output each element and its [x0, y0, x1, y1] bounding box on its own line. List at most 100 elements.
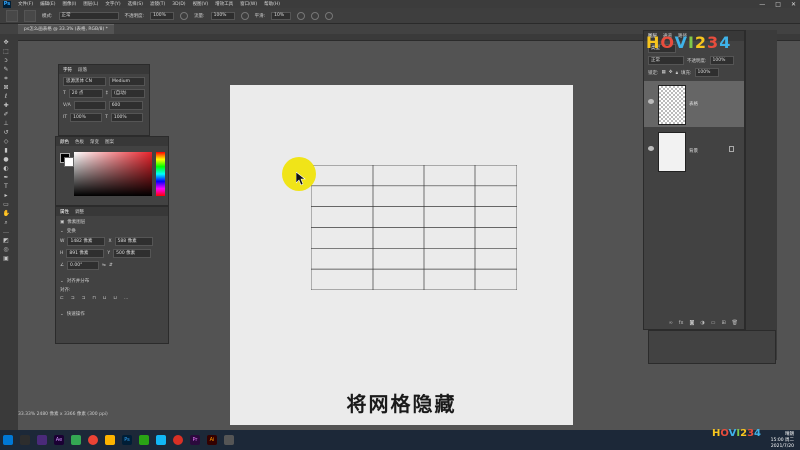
wechat-icon[interactable] [139, 435, 149, 445]
leading-field[interactable]: (自动) [111, 89, 145, 98]
quick-select-icon[interactable]: ✎ [3, 67, 10, 73]
eyedropper-icon[interactable]: ℓ [3, 94, 10, 100]
ps-logo-icon[interactable]: Ps [3, 0, 11, 8]
adjustment-layer-icon[interactable]: ◑ [700, 320, 704, 326]
brush-preset-icon[interactable] [24, 9, 36, 22]
tab-character[interactable]: 字符 [63, 67, 72, 73]
qq-icon[interactable] [156, 435, 166, 445]
fill-field[interactable]: 100% [694, 68, 719, 77]
height-field[interactable]: 891 像素 [66, 249, 105, 258]
y-field[interactable]: 500 像素 [113, 249, 152, 258]
taskview-icon[interactable] [20, 435, 30, 445]
smooth-field[interactable]: 10% [271, 11, 292, 20]
browser-icon[interactable] [71, 435, 81, 445]
app-icon[interactable] [37, 435, 47, 445]
hue-slider[interactable] [156, 152, 165, 196]
flip-horizontal-icon[interactable]: ⇋ [102, 263, 106, 268]
eraser-tool-icon[interactable]: ◇ [3, 139, 10, 145]
tab-gradients[interactable]: 渐变 [90, 139, 99, 145]
menu-filter[interactable]: 滤镜(T) [150, 1, 165, 7]
chrome-icon[interactable] [88, 435, 98, 445]
hand-tool-icon[interactable]: ✋ [3, 211, 10, 217]
new-layer-icon[interactable]: ⊞ [721, 320, 725, 326]
tab-properties[interactable]: 属性 [60, 209, 69, 215]
visibility-eye-icon[interactable] [648, 99, 654, 104]
smooth-settings-icon[interactable] [297, 11, 306, 20]
opacity-field[interactable]: 100% [150, 11, 175, 20]
more-tools-icon[interactable]: … [3, 229, 10, 235]
menu-3d[interactable]: 3D(D) [172, 2, 185, 7]
maximize-button[interactable]: □ [775, 1, 781, 8]
align-middle-icon[interactable]: ⊔ [103, 296, 107, 301]
kerning-field[interactable] [73, 101, 106, 110]
system-tray[interactable]: 晴朗 15:00 周二 2021/7/20 [771, 432, 794, 450]
background-color-swatch[interactable] [64, 157, 74, 167]
align-center-icon[interactable]: ⊐ [71, 296, 75, 301]
section-chevron-icon[interactable]: ⌄ [60, 312, 64, 317]
lock-position-icon[interactable]: ✥ [669, 70, 673, 75]
document-tab[interactable]: ps怎么画表格 @ 33.3% (表格, RGB/8) * [18, 24, 114, 34]
menu-file[interactable]: 文件(F) [18, 1, 33, 7]
ruler-vertical[interactable] [12, 40, 18, 430]
zoom-tool-icon[interactable]: ⌕ [3, 220, 10, 226]
section-chevron-icon[interactable]: ⌄ [60, 229, 64, 234]
angle-icon[interactable] [311, 11, 320, 20]
after-effects-icon[interactable]: Ae [54, 435, 64, 445]
lock-all-icon[interactable]: 🔒︎ [676, 70, 678, 76]
flow-field[interactable]: 100% [210, 11, 235, 20]
frame-tool-icon[interactable]: ⊠ [3, 85, 10, 91]
layer-row[interactable]: 背景 [644, 128, 744, 174]
menu-image[interactable]: 图像(I) [62, 1, 76, 7]
start-icon[interactable] [3, 435, 13, 445]
brush-tool-icon[interactable]: ✐ [3, 112, 10, 118]
airbrush-icon[interactable] [240, 11, 249, 20]
new-group-icon[interactable]: ▭ [711, 320, 716, 326]
tab-adjustments[interactable]: 调整 [75, 209, 84, 215]
menu-layer[interactable]: 图层(L) [83, 1, 98, 7]
stamp-tool-icon[interactable]: ⊥ [3, 121, 10, 127]
photoshop-icon[interactable]: Ps [122, 435, 132, 445]
x-field[interactable]: 588 像素 [114, 237, 153, 246]
link-layers-icon[interactable]: ∞ [669, 320, 673, 326]
pen-tool-icon[interactable]: ✒ [3, 175, 10, 181]
record-icon[interactable] [173, 435, 183, 445]
align-left-icon[interactable]: ⊏ [60, 296, 64, 301]
color-picker-field[interactable] [74, 152, 152, 196]
menu-type[interactable]: 文字(Y) [105, 1, 120, 7]
screen-mode-icon[interactable]: ▣ [3, 256, 10, 262]
font-size-field[interactable]: 20 点 [68, 89, 103, 98]
layer-style-icon[interactable]: fx [679, 320, 684, 326]
menu-edit[interactable]: 编辑(E) [40, 1, 55, 7]
folder-icon[interactable] [105, 435, 115, 445]
angle-field[interactable]: 0.00° [67, 261, 100, 270]
quick-mask-icon[interactable]: ◎ [3, 247, 10, 253]
type-tool-icon[interactable]: T [3, 184, 10, 190]
premiere-icon[interactable]: Pr [190, 435, 200, 445]
visibility-eye-icon[interactable] [648, 146, 654, 151]
color-swatches-icon[interactable]: ◩ [3, 238, 10, 244]
pressure-size-icon[interactable] [325, 11, 334, 20]
path-select-icon[interactable]: ▸ [3, 193, 10, 199]
mode-select[interactable]: 正常 [58, 11, 119, 20]
horizontal-scale-field[interactable]: 100% [110, 113, 143, 122]
dodge-tool-icon[interactable]: ◐ [3, 166, 10, 172]
illustrator-icon[interactable]: Ai [207, 435, 217, 445]
font-style-select[interactable]: Medium [109, 77, 145, 86]
home-icon[interactable] [6, 9, 18, 22]
shape-tool-icon[interactable]: ▭ [3, 202, 10, 208]
pressure-opacity-icon[interactable] [180, 11, 189, 20]
app-icon[interactable] [224, 435, 234, 445]
lasso-tool-icon[interactable]: ↄ [3, 58, 10, 64]
gradient-tool-icon[interactable]: ▮ [3, 148, 10, 154]
align-right-icon[interactable]: ⊐ [82, 296, 86, 301]
crop-tool-icon[interactable]: ⌗ [3, 76, 10, 82]
menu-window[interactable]: 窗口(W) [240, 1, 257, 7]
tab-swatches[interactable]: 色板 [75, 139, 84, 145]
layer-opacity-field[interactable]: 100% [709, 56, 734, 65]
menu-view[interactable]: 视图(V) [193, 1, 209, 7]
move-tool-icon[interactable]: ✥ [3, 40, 10, 46]
add-mask-icon[interactable]: ◙ [689, 320, 694, 326]
menu-help[interactable]: 帮助(H) [264, 1, 280, 7]
marquee-tool-icon[interactable]: ⬚ [3, 49, 10, 55]
minimize-button[interactable]: — [759, 1, 765, 8]
